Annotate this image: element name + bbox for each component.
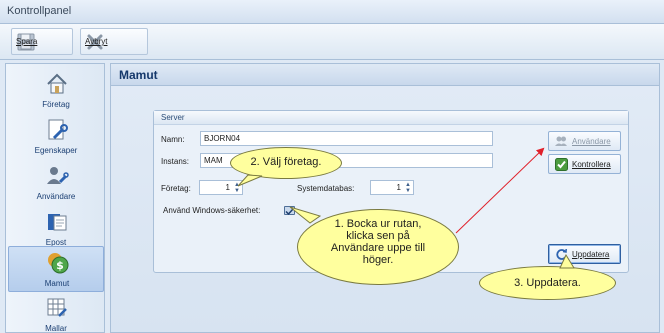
coins-dollar-icon: $: [46, 251, 70, 275]
company-value: 1: [225, 183, 230, 192]
users-icon: [554, 134, 568, 148]
spinner-arrows-icon[interactable]: ▲ ▼: [405, 182, 411, 194]
sidebar-item-label: Mamut: [44, 279, 70, 288]
callout-step-1-line: 1. Bocka ur rutan,: [334, 218, 422, 230]
callout-step-1-line: höger.: [362, 254, 394, 266]
title-bar: Kontrollpanel: [0, 0, 664, 24]
house-icon: [45, 72, 69, 96]
name-label: Namn:: [161, 135, 185, 144]
users-icon: [45, 164, 69, 188]
window-title: Kontrollpanel: [7, 5, 72, 17]
callout-step-3: 3. Uppdatera.: [479, 266, 616, 300]
svg-text:$: $: [56, 259, 64, 272]
sidebar-item-label: Användare: [36, 192, 76, 201]
server-group-title: Server: [154, 111, 628, 125]
spinner-arrows-icon[interactable]: ▲ ▼: [234, 182, 240, 194]
users-button[interactable]: Användare: [548, 131, 621, 151]
instance-label: Instans:: [161, 157, 190, 166]
checkmark-icon: [285, 208, 294, 216]
callout-step-1: 1. Bocka ur rutan, klicka sen på Använda…: [297, 209, 459, 285]
sidebar-item-label: Företag: [42, 100, 70, 109]
sidebar-item-foretag[interactable]: Företag: [8, 68, 104, 114]
windows-security-label: Använd Windows-säkerhet:: [163, 206, 261, 215]
sidebar-item-anvandare[interactable]: Användare: [8, 160, 104, 206]
sysdb-spinner[interactable]: 1 ▲ ▼: [370, 180, 414, 195]
company-label: Företag:: [161, 184, 191, 193]
document-wrench-icon: [45, 118, 69, 142]
sidebar-item-label: Egenskaper: [34, 146, 78, 155]
update-button-label: Uppdatera: [572, 249, 610, 259]
windows-security-checkbox[interactable]: [284, 206, 295, 216]
check-button-label: Kontrollera: [572, 159, 611, 169]
main-header: Mamut: [111, 64, 659, 86]
template-grid-icon: [45, 296, 69, 320]
company-spinner[interactable]: 1 ▲ ▼: [199, 180, 243, 195]
callout-step-1-line: klicka sen på: [346, 230, 410, 242]
sidebar-item-egenskaper[interactable]: Egenskaper: [8, 114, 104, 160]
save-button-label: Spara: [16, 37, 38, 46]
sidebar-item-mallar[interactable]: Mallar: [8, 292, 104, 333]
sidebar-item-label: Mallar: [45, 324, 67, 333]
save-button[interactable]: Spara: [11, 28, 73, 55]
sysdb-label: Systemdatabas:: [297, 184, 355, 193]
page-title: Mamut: [119, 68, 158, 82]
callout-step-3-text: 3. Uppdatera.: [514, 277, 581, 289]
check-button[interactable]: Kontrollera: [548, 154, 621, 174]
refresh-icon: [554, 247, 568, 261]
green-check-icon: [554, 157, 568, 171]
toolbar: Spara Avbryt: [0, 24, 664, 60]
name-field[interactable]: BJORN04: [200, 131, 493, 146]
users-button-label: Användare: [572, 136, 611, 146]
callout-step-1-line: Användare uppe till: [330, 242, 426, 254]
callout-step-2-text: 2. Välj företag.: [250, 156, 322, 168]
cancel-button-label: Avbryt: [85, 37, 108, 46]
sysdb-value: 1: [396, 183, 401, 192]
update-button[interactable]: Uppdatera: [548, 244, 621, 264]
callout-step-2: 2. Välj företag.: [230, 147, 342, 179]
mail-icon: [45, 210, 69, 234]
sidebar-item-mamut[interactable]: $ Mamut: [8, 246, 104, 292]
cancel-button[interactable]: Avbryt: [80, 28, 148, 55]
sidebar: Företag Egenskaper Användare Epost $ Mam…: [5, 63, 105, 333]
